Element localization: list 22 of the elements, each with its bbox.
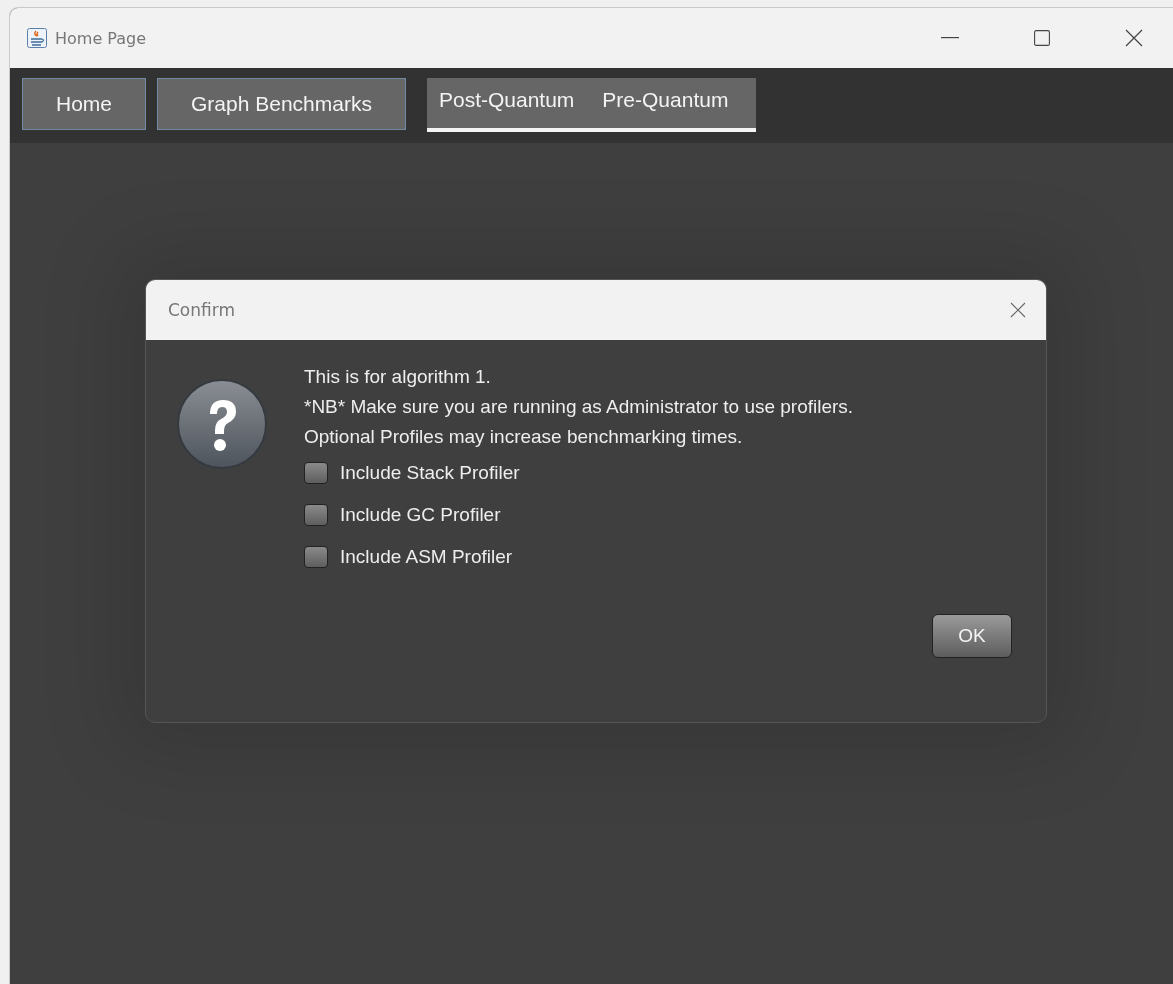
- question-icon: [176, 378, 268, 470]
- close-icon[interactable]: [1125, 29, 1143, 47]
- nav-button[interactable]: Home: [22, 78, 147, 130]
- menu-tab[interactable]: Pre-Quantum: [602, 88, 729, 112]
- close-icon[interactable]: [1010, 302, 1026, 318]
- checkbox-label: Include ASM Profiler: [340, 546, 513, 568]
- maximize-icon[interactable]: [1034, 30, 1050, 46]
- dialog-title: Confirm: [168, 300, 235, 320]
- window-title: Home Page: [55, 28, 147, 48]
- menu-tab[interactable]: Post-Quantum: [438, 88, 575, 112]
- checkbox[interactable]: [304, 504, 328, 526]
- nav-button[interactable]: Graph Benchmarks: [157, 78, 406, 130]
- message-text: This is for algorithm 1.: [304, 365, 491, 389]
- minimize-icon[interactable]: [941, 37, 959, 39]
- checkbox-label: Include GC Profiler: [340, 504, 501, 526]
- checkbox-label: Include Stack Profiler: [340, 462, 520, 484]
- checkbox[interactable]: [304, 546, 328, 568]
- coffee-cup-icon: [27, 28, 47, 48]
- message-text: *NB* Make sure you are running as Administrator to use profilers.: [304, 395, 854, 419]
- message-text: Optional Profiles may increase benchmarking times.: [304, 425, 743, 449]
- checkbox[interactable]: [304, 462, 328, 484]
- ok-button[interactable]: OK: [932, 614, 1012, 658]
